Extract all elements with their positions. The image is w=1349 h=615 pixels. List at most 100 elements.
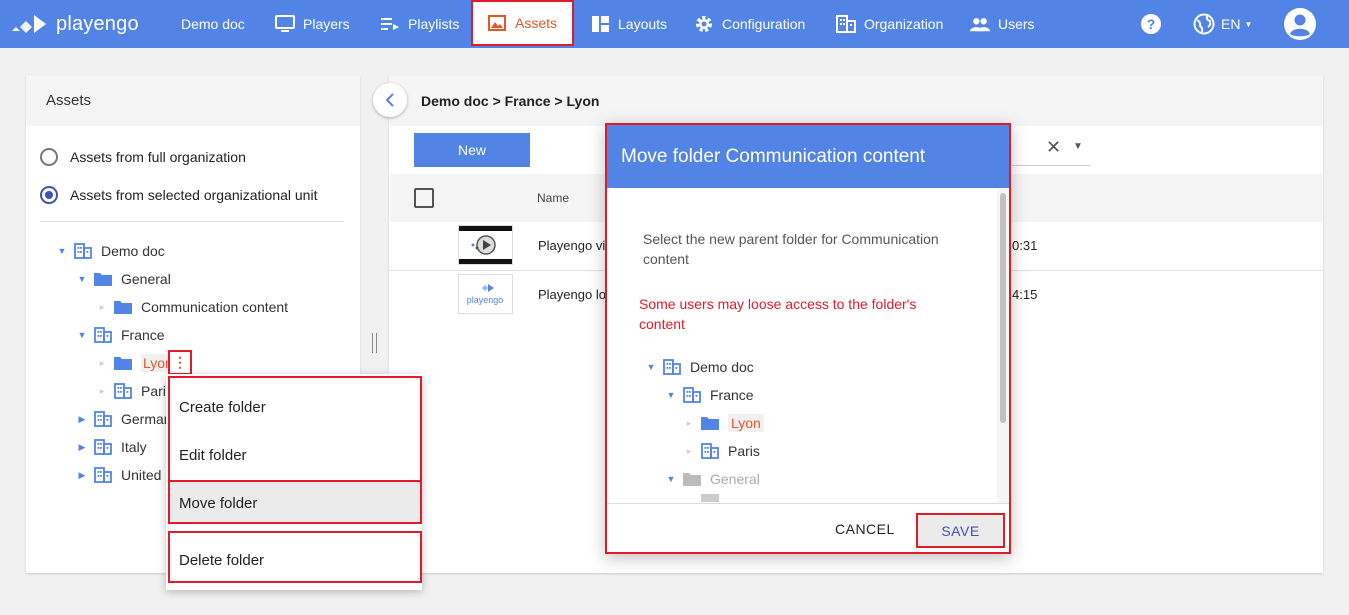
asset-duration-cell: 0:31	[1012, 238, 1038, 253]
nav-organization[interactable]: Organization	[836, 0, 943, 48]
caret-right-icon[interactable]: ▶	[76, 470, 88, 481]
caret-down-icon[interactable]: ▼	[665, 390, 677, 400]
dialog-scrollbar[interactable]	[997, 189, 1009, 503]
language-selector[interactable]: EN ▼	[1193, 0, 1252, 48]
menu-item-move-folder[interactable]: Move folder	[179, 495, 257, 512]
column-header-name[interactable]: Name	[537, 191, 569, 205]
image-icon	[487, 13, 507, 33]
nav-playlists[interactable]: Playlists	[380, 0, 459, 48]
nav-assets-label: Assets	[515, 15, 558, 31]
nav-playlists-label: Playlists	[408, 16, 460, 32]
dialog-tree-node-lyon[interactable]: ▸ Lyon	[683, 412, 764, 434]
tree-label: Paris	[728, 443, 760, 459]
caret-right-icon[interactable]: ▸	[683, 418, 695, 429]
folder-icon	[114, 354, 134, 372]
building-icon	[663, 358, 683, 376]
help-button[interactable]: ?	[1140, 0, 1162, 48]
logo-text: playengo	[56, 12, 139, 35]
help-icon: ?	[1141, 14, 1161, 34]
caret-down-icon[interactable]: ▼	[76, 274, 88, 284]
nav-players-label: Players	[303, 16, 350, 32]
nav-configuration[interactable]: Configuration	[694, 0, 805, 48]
clear-filter-icon[interactable]: ✕	[1046, 137, 1061, 158]
sidebar-divider	[40, 221, 344, 222]
asset-thumbnail-video[interactable]	[458, 225, 513, 265]
tree-label: Demo doc	[101, 243, 165, 259]
playengo-logo[interactable]: playengo	[10, 10, 139, 38]
layout-icon	[590, 14, 610, 34]
monitor-icon	[275, 14, 295, 34]
caret-right-icon[interactable]: ▸	[96, 302, 108, 313]
breadcrumb: Demo doc > France > Lyon	[389, 75, 1323, 126]
folder-icon	[114, 298, 134, 316]
dialog-tree-node-france[interactable]: ▼ France	[665, 384, 754, 406]
building-icon	[94, 410, 114, 428]
caret-right-icon[interactable]: ▸	[96, 386, 108, 397]
caret-right-icon[interactable]: ▶	[76, 414, 88, 425]
nav-users-label: Users	[998, 16, 1035, 32]
radio-button-checked[interactable]	[40, 186, 58, 204]
nav-demo-doc[interactable]: Demo doc	[181, 0, 245, 48]
building-icon	[836, 14, 856, 34]
nav-layouts[interactable]: Layouts	[590, 0, 667, 48]
tree-node-italy[interactable]: ▶ Italy	[76, 436, 147, 458]
collapse-sidebar-button[interactable]	[373, 83, 407, 117]
caret-right-icon[interactable]: ▸	[96, 358, 108, 369]
tree-label: Italy	[121, 439, 147, 455]
dialog-tree-node-paris[interactable]: ▸ Paris	[683, 440, 760, 462]
tree-node-france[interactable]: ▼ France	[76, 324, 165, 346]
cancel-button[interactable]: CANCEL	[835, 521, 895, 537]
dialog-title: Move folder Communication content	[607, 125, 1009, 188]
tree-label: Communication content	[141, 299, 289, 315]
tree-node-communication-content[interactable]: ▸ Communication content	[96, 296, 288, 318]
tree-node-general[interactable]: ▼ General	[76, 268, 171, 290]
nav-assets[interactable]: Assets	[471, 0, 574, 46]
tree-node-lyon[interactable]: ▸ Lyon	[96, 352, 175, 374]
radio-button-unchecked[interactable]	[40, 148, 58, 166]
building-icon	[94, 466, 114, 484]
chevron-left-icon	[385, 93, 394, 107]
menu-item-edit-folder[interactable]: Edit folder	[179, 447, 247, 464]
radio-selected-unit[interactable]: Assets from selected organizational unit	[40, 186, 317, 204]
new-asset-button[interactable]: New	[414, 133, 530, 167]
folder-icon	[94, 270, 114, 288]
caret-down-icon[interactable]: ▼	[76, 330, 88, 340]
building-icon	[74, 242, 94, 260]
gear-icon	[694, 14, 714, 34]
top-navigation-bar: playengo Demo doc Players Playlists Asse…	[0, 0, 1349, 48]
nav-organization-label: Organization	[864, 16, 944, 32]
nav-users[interactable]: Users	[970, 0, 1035, 48]
building-icon	[701, 442, 721, 460]
menu-item-delete-folder[interactable]: Delete folder	[179, 552, 264, 569]
video-thumbnail-icon	[459, 226, 512, 264]
filter-dropdown-icon[interactable]: ▼	[1073, 141, 1083, 152]
sidebar-title: Assets	[26, 75, 360, 126]
folder-icon	[683, 470, 703, 488]
caret-down-icon[interactable]: ▼	[645, 362, 657, 372]
nav-configuration-label: Configuration	[722, 16, 806, 32]
account-button[interactable]	[1283, 0, 1317, 48]
asset-thumbnail-logo[interactable]: playengo	[458, 274, 513, 314]
caret-down-icon[interactable]: ▼	[56, 246, 68, 256]
asset-name-cell[interactable]: Playengo lo	[538, 287, 606, 302]
scrollbar-thumb[interactable]	[1000, 193, 1006, 423]
select-all-checkbox[interactable]	[414, 188, 434, 208]
asset-name-cell[interactable]: Playengo vi	[538, 238, 605, 253]
menu-item-create-folder[interactable]: Create folder	[179, 399, 266, 416]
dialog-tree-node-demo-doc[interactable]: ▼ Demo doc	[645, 356, 754, 378]
chevron-down-icon: ▼	[1244, 19, 1253, 29]
tree-node-united-kingdom[interactable]: ▶ United I	[76, 464, 170, 486]
tree-node-germany[interactable]: ▶ Germar	[76, 408, 169, 430]
tree-node-paris[interactable]: ▸ Pari	[96, 380, 166, 402]
caret-right-icon[interactable]: ▸	[683, 446, 695, 457]
nav-players[interactable]: Players	[275, 0, 350, 48]
panel-resize-handle[interactable]	[372, 333, 382, 353]
folder-more-options-button[interactable]: ⋮	[168, 350, 192, 375]
menu-frame-top	[168, 376, 422, 482]
folder-context-menu: Create folder Edit folder Move folder De…	[166, 374, 422, 590]
radio-full-organization[interactable]: Assets from full organization	[40, 148, 246, 166]
save-button[interactable]: SAVE	[916, 513, 1005, 548]
caret-right-icon[interactable]: ▶	[76, 442, 88, 453]
tree-node-demo-doc[interactable]: ▼ Demo doc	[56, 240, 165, 262]
folder-icon	[701, 494, 721, 502]
